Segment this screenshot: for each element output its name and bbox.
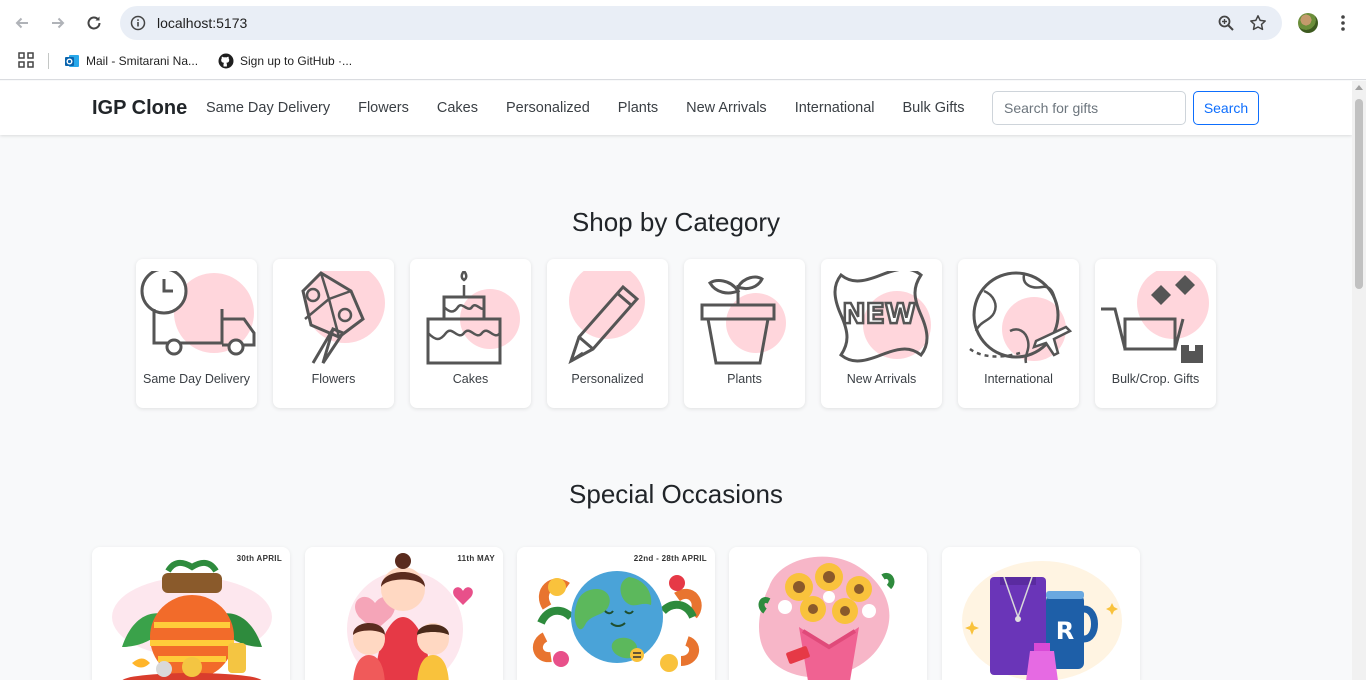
forward-arrow-icon [52, 17, 65, 29]
nav-link-new-arrivals[interactable]: New Arrivals [686, 100, 767, 116]
category-card-international[interactable]: International [958, 259, 1079, 408]
occasion-date: 30th APRIL [236, 554, 282, 563]
page-scrollbar[interactable] [1352, 81, 1366, 680]
earth-globe-illustration [532, 571, 702, 672]
svg-text:NEW: NEW [842, 297, 916, 330]
category-card-new-arrivals[interactable]: NEW New Arrivals [821, 259, 942, 408]
search-button[interactable]: Search [1193, 91, 1259, 125]
shop-by-category-title: Shop by Category [571, 207, 781, 237]
nav-link-cakes[interactable]: Cakes [437, 100, 478, 116]
outlook-icon [65, 55, 79, 67]
reload-button[interactable] [82, 11, 106, 35]
nav-link-personalized[interactable]: Personalized [506, 100, 590, 116]
nav-links: Same Day Delivery Flowers Cakes Personal… [206, 100, 993, 116]
bookmarks-bar: Mail - Smitarani Na... Sign up to GitHub… [0, 46, 1366, 80]
bookmark-github[interactable]: Sign up to GitHub ·... [218, 51, 352, 71]
category-label: Same Day Delivery [143, 372, 250, 386]
category-card-plants[interactable]: Plants [684, 259, 805, 408]
address-bar[interactable]: localhost:5173 [120, 6, 1282, 40]
bookmark-mail-label: Mail - Smitarani Na... [86, 54, 199, 68]
svg-text:R: R [1056, 617, 1074, 645]
delivery-truck-icon [140, 271, 256, 356]
new-badge-icon: NEW [833, 271, 931, 363]
info-icon[interactable] [130, 15, 146, 31]
category-card-personalized[interactable]: Personalized [547, 259, 668, 408]
occasion-card-akshaya-tritiya[interactable]: 30th APRIL [92, 547, 290, 680]
gift-bag-mug-illustration: R [962, 561, 1122, 680]
category-card-flowers[interactable]: Flowers [273, 259, 394, 408]
zoom-icon[interactable] [1217, 14, 1235, 32]
sunflower-bouquet-illustration [758, 556, 895, 680]
menu-kebab-icon[interactable] [1336, 13, 1350, 33]
reload-icon [87, 16, 101, 30]
mother-children-illustration [347, 553, 473, 680]
occasion-card-bouquet[interactable] [729, 547, 927, 680]
category-card-bulk-gifts[interactable]: Bulk/Crop. Gifts [1095, 259, 1216, 408]
category-label: Cakes [452, 372, 489, 386]
nav-link-flowers[interactable]: Flowers [358, 100, 409, 116]
plant-pot-icon [700, 275, 786, 365]
bookmark-mail[interactable]: Mail - Smitarani Na... [64, 51, 198, 71]
apps-grid-icon[interactable] [18, 52, 34, 68]
occasion-card-earth-day[interactable]: 22nd - 28th APRIL [517, 547, 715, 680]
category-label: Plants [727, 372, 762, 386]
category-card-same-day-delivery[interactable]: Same Day Delivery [136, 259, 257, 408]
pencil-icon [568, 271, 645, 365]
cake-icon [426, 271, 520, 365]
occasion-card-gift-set[interactable]: R [942, 547, 1140, 680]
search-input[interactable] [992, 91, 1186, 125]
site-navbar: IGP Clone Same Day Delivery Flowers Cake… [0, 81, 1352, 135]
github-icon [218, 53, 234, 69]
nav-link-bulk-gifts[interactable]: Bulk Gifts [903, 100, 965, 116]
back-arrow-icon [15, 17, 28, 29]
category-label: New Arrivals [846, 372, 917, 386]
nav-link-plants[interactable]: Plants [618, 100, 658, 116]
occasion-card-mothers-day[interactable]: 11th MAY [305, 547, 503, 680]
gift-cart-icon [1101, 271, 1209, 363]
scroll-up-arrow[interactable] [1355, 85, 1363, 90]
kalash-illustration [112, 559, 272, 680]
category-label: International [984, 372, 1053, 386]
category-label: Flowers [311, 372, 356, 386]
special-occasions-title: Special Occasions [569, 479, 783, 509]
occasion-date: 11th MAY [457, 554, 495, 563]
bookmark-github-label: Sign up to GitHub ·... [240, 54, 353, 68]
browser-toolbar: localhost:5173 [0, 0, 1366, 46]
nav-link-international[interactable]: International [795, 100, 875, 116]
category-label: Personalized [571, 372, 644, 386]
profile-avatar[interactable] [1298, 13, 1318, 33]
occasion-date: 22nd - 28th APRIL [633, 554, 707, 563]
back-button[interactable] [10, 11, 34, 35]
bouquet-icon [301, 271, 385, 364]
url-text[interactable]: localhost:5173 [157, 15, 247, 31]
globe-plane-icon [969, 271, 1073, 364]
category-label: Bulk/Crop. Gifts [1111, 372, 1200, 386]
scroll-thumb[interactable] [1355, 99, 1363, 289]
forward-button[interactable] [46, 11, 70, 35]
brand-logo[interactable]: IGP Clone [92, 97, 187, 120]
category-card-cakes[interactable]: Cakes [410, 259, 531, 408]
page-viewport: IGP Clone Same Day Delivery Flowers Cake… [0, 81, 1352, 680]
nav-link-same-day-delivery[interactable]: Same Day Delivery [206, 100, 330, 116]
bookmark-star-icon[interactable] [1249, 14, 1267, 32]
bookmarks-separator [48, 53, 49, 69]
